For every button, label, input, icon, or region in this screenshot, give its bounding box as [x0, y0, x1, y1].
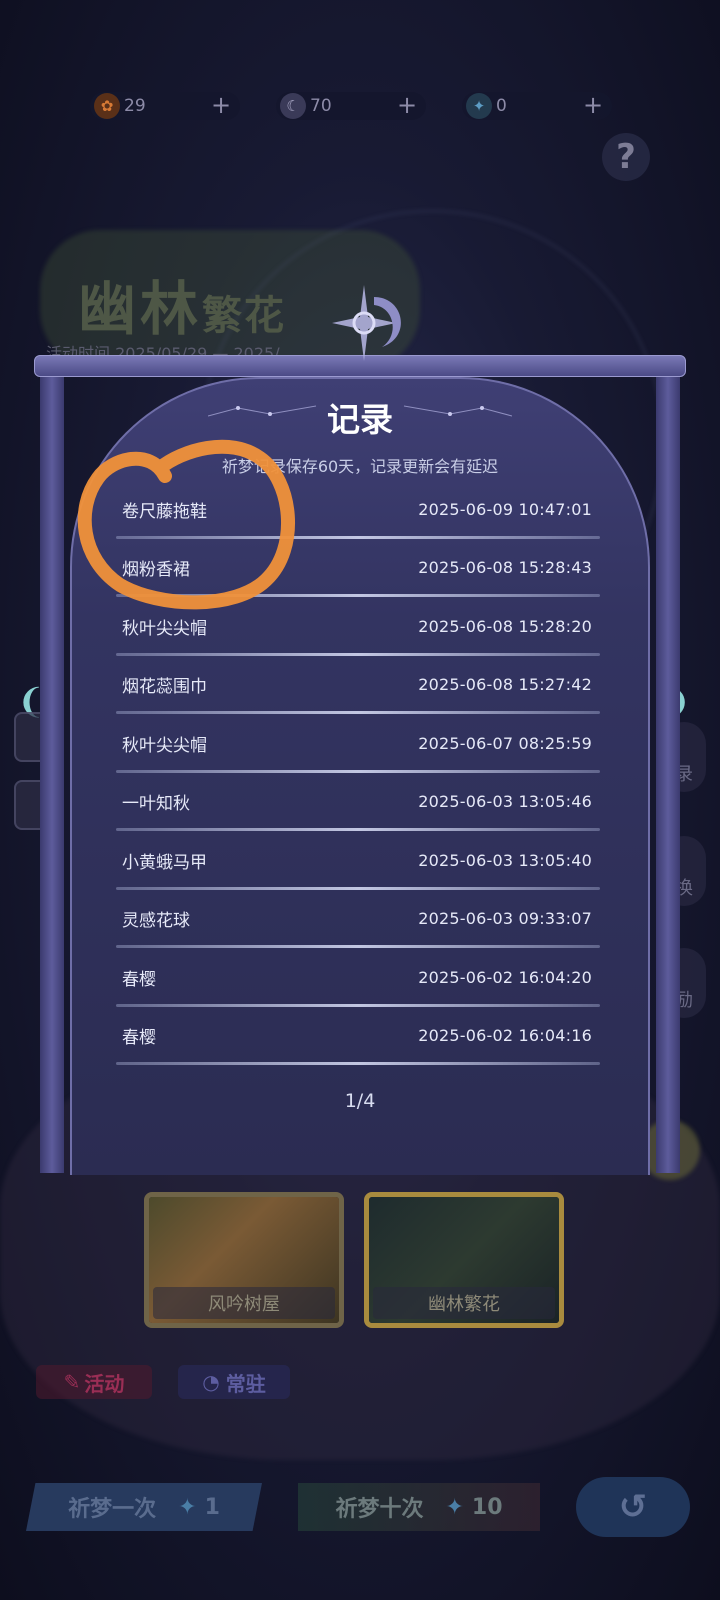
record-row: 烟粉香裙 2025-06-08 15:28:43	[110, 539, 606, 598]
banner-card-forest-flower[interactable]: 幽林繁花	[364, 1192, 564, 1328]
wish-ticket-icon: ✦	[178, 1494, 197, 1520]
record-list: 卷尺藤拖鞋 2025-06-09 10:47:01 烟粉香裙 2025-06-08 …	[110, 480, 606, 1065]
record-item-name: 一叶知秋	[122, 794, 190, 815]
record-item-name: 春樱	[122, 969, 156, 990]
record-item-time: 2025-06-02 16:04:20	[418, 967, 592, 987]
record-item-time: 2025-06-08 15:28:20	[418, 616, 592, 636]
event-title-small: 繁花	[202, 292, 287, 339]
record-item-name: 烟花蕊围巾	[122, 677, 207, 698]
page-indicator: 1/4	[344, 1090, 376, 1112]
wish-ten-cost: 10	[471, 1494, 503, 1520]
record-row: 灵感花球 2025-06-03 09:33:07	[110, 890, 606, 949]
record-row: 卷尺藤拖鞋 2025-06-09 10:47:01	[110, 480, 606, 539]
record-row: 一叶知秋 2025-06-03 13:05:46	[110, 773, 606, 832]
wish-once-label: 祈梦一次	[68, 1497, 157, 1522]
record-item-time: 2025-06-02 16:04:16	[418, 1026, 592, 1046]
modal-title: 记录	[327, 400, 393, 439]
record-row: 春樱 2025-06-02 16:04:16	[110, 1007, 606, 1066]
record-item-name: 秋叶尖尖帽	[122, 735, 207, 756]
wish-ten-label: 祈梦十次	[335, 1497, 424, 1522]
record-note: 祈梦记录保存60天，记录更新会有延迟	[221, 457, 499, 476]
wish-currency: ✦ 0 +	[462, 92, 612, 120]
wish-once-cost: 1	[204, 1494, 220, 1520]
record-item-name: 卷尺藤拖鞋	[122, 501, 207, 522]
record-item-name: 春樱	[122, 1028, 156, 1049]
record-row: 秋叶尖尖帽 2025-06-08 15:28:20	[110, 597, 606, 656]
wish-ten-button[interactable]: 祈梦十次 ✦ 10	[298, 1483, 540, 1531]
modal-pillar-right	[656, 373, 680, 1173]
add-flower-currency-button[interactable]: +	[208, 93, 234, 119]
tab-permanent-label: 常驻	[225, 1371, 266, 1396]
wish-currency-value: 0	[496, 96, 507, 116]
event-tab-icon: ✎	[63, 1370, 81, 1394]
record-item-time: 2025-06-07 08:25:59	[418, 733, 592, 753]
back-arrow-icon: ↺	[618, 1487, 648, 1527]
flower-currency: ✿ 29 +	[90, 92, 240, 120]
flower-coin-icon: ✿	[94, 93, 120, 119]
tab-event[interactable]: ✎ 活动	[36, 1365, 152, 1399]
crescent-crest-icon	[332, 285, 401, 361]
banner-card-wind-treehouse[interactable]: 风吟树屋	[144, 1192, 344, 1328]
wish-ticket-icon: ✦	[445, 1494, 464, 1520]
tab-event-label: 活动	[84, 1371, 125, 1396]
record-row: 小黄蛾马甲 2025-06-03 13:05:40	[110, 831, 606, 890]
record-row: 烟花蕊围巾 2025-06-08 15:27:42	[110, 656, 606, 715]
permanent-tab-icon: ◔	[202, 1370, 220, 1394]
add-wish-currency-button[interactable]: +	[580, 93, 606, 119]
modal-pillar-left	[40, 373, 64, 1173]
record-item-time: 2025-06-09 10:47:01	[418, 499, 592, 519]
moon-currency-value: 70	[310, 96, 332, 116]
banner-card-label: 风吟树屋	[153, 1287, 335, 1319]
wish-once-button[interactable]: 祈梦一次 ✦ 1	[26, 1483, 262, 1531]
record-item-name: 灵感花球	[122, 911, 190, 932]
record-item-name: 秋叶尖尖帽	[122, 618, 207, 639]
add-moon-currency-button[interactable]: +	[394, 93, 420, 119]
help-button[interactable]: ?	[602, 133, 650, 181]
record-item-name: 烟粉香裙	[122, 560, 190, 581]
banner-card-label: 幽林繁花	[373, 1287, 555, 1319]
moon-currency: ☾ 70 +	[276, 92, 426, 120]
record-item-time: 2025-06-03 09:33:07	[418, 909, 592, 929]
record-item-name: 小黄蛾马甲	[122, 852, 207, 873]
record-row: 春樱 2025-06-02 16:04:20	[110, 948, 606, 1007]
tab-permanent[interactable]: ◔ 常驻	[178, 1365, 290, 1399]
record-row: 秋叶尖尖帽 2025-06-07 08:25:59	[110, 714, 606, 773]
flower-currency-value: 29	[124, 96, 146, 116]
event-title-main: 幽林	[78, 275, 203, 343]
record-item-time: 2025-06-08 15:28:43	[418, 558, 592, 578]
record-item-time: 2025-06-08 15:27:42	[418, 675, 592, 695]
back-button[interactable]: ↺	[576, 1477, 690, 1537]
event-title: 幽林繁花	[78, 262, 286, 346]
record-item-time: 2025-06-03 13:05:40	[418, 850, 592, 870]
wish-ticket-icon: ✦	[466, 93, 492, 119]
moon-coin-icon: ☾	[280, 93, 306, 119]
record-item-time: 2025-06-03 13:05:46	[418, 792, 592, 812]
